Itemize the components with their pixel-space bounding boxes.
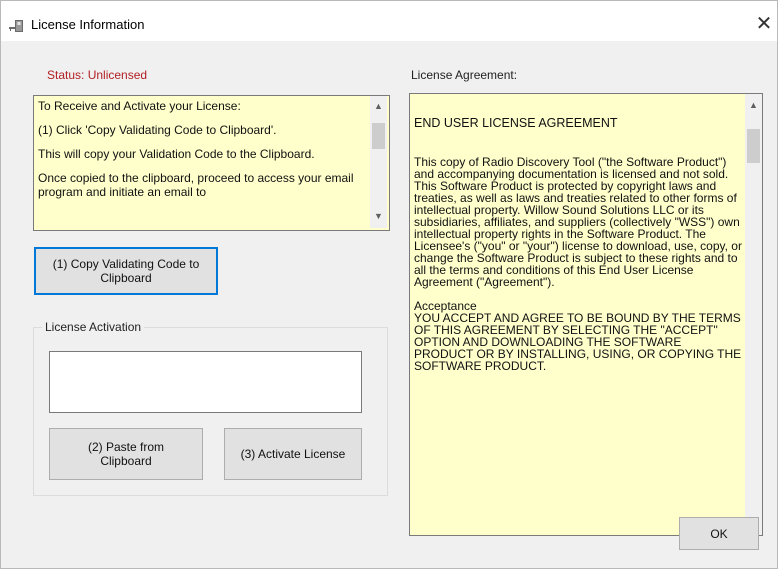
license-agreement-textbox[interactable]: END USER LICENSE AGREEMENT This copy of … bbox=[409, 93, 763, 536]
license-scrollbar[interactable]: ▲ ▼ bbox=[745, 94, 762, 535]
activate-license-button[interactable]: (3) Activate License bbox=[224, 428, 362, 480]
title-bar: License Information ✕ bbox=[1, 1, 777, 41]
license-activation-label: License Activation bbox=[42, 320, 145, 334]
instruction-line: Once copied to the clipboard, proceed to… bbox=[38, 171, 354, 199]
chevron-up-icon[interactable]: ▲ bbox=[370, 98, 387, 114]
paste-from-clipboard-button[interactable]: (2) Paste from Clipboard bbox=[49, 428, 203, 480]
license-activation-group: License Activation (2) Paste from Clipbo… bbox=[33, 320, 388, 496]
activation-code-input[interactable] bbox=[49, 351, 362, 413]
instruction-line: This will copy your Validation Code to t… bbox=[38, 147, 315, 161]
instruction-line: (1) Click 'Copy Validating Code to Clipb… bbox=[38, 123, 277, 137]
license-heading: END USER LICENSE AGREEMENT bbox=[414, 116, 618, 130]
license-agreement-text: END USER LICENSE AGREEMENT This copy of … bbox=[414, 117, 742, 384]
ok-button[interactable]: OK bbox=[679, 517, 759, 550]
scrollbar-thumb[interactable] bbox=[372, 123, 385, 149]
acceptance-text: YOU ACCEPT AND AGREE TO BE BOUND BY THE … bbox=[414, 311, 742, 373]
window-title: License Information bbox=[31, 17, 145, 32]
chevron-up-icon[interactable]: ▲ bbox=[745, 97, 762, 113]
instruction-line: To Receive and Activate your License: bbox=[38, 99, 241, 113]
instructions-text: To Receive and Activate your License: (1… bbox=[38, 99, 368, 209]
scrollbar-thumb[interactable] bbox=[747, 129, 760, 163]
license-paragraph: This copy of Radio Discovery Tool ("the … bbox=[414, 155, 742, 289]
close-icon: ✕ bbox=[755, 12, 773, 35]
chevron-down-icon[interactable]: ▼ bbox=[370, 208, 387, 224]
copy-validating-code-button[interactable]: (1) Copy Validating Code to Clipboard bbox=[34, 247, 218, 295]
license-key-icon bbox=[9, 19, 25, 33]
license-status: Status: Unlicensed bbox=[47, 68, 148, 82]
dialog-body: Status: Unlicensed License Agreement: To… bbox=[1, 41, 777, 568]
close-button[interactable]: ✕ bbox=[751, 9, 777, 37]
instructions-textbox[interactable]: To Receive and Activate your License: (1… bbox=[33, 95, 390, 231]
instructions-scrollbar[interactable]: ▲ ▼ bbox=[370, 96, 387, 228]
license-agreement-label: License Agreement: bbox=[411, 68, 518, 82]
license-information-window: License Information ✕ Status: Unlicensed… bbox=[0, 0, 778, 569]
